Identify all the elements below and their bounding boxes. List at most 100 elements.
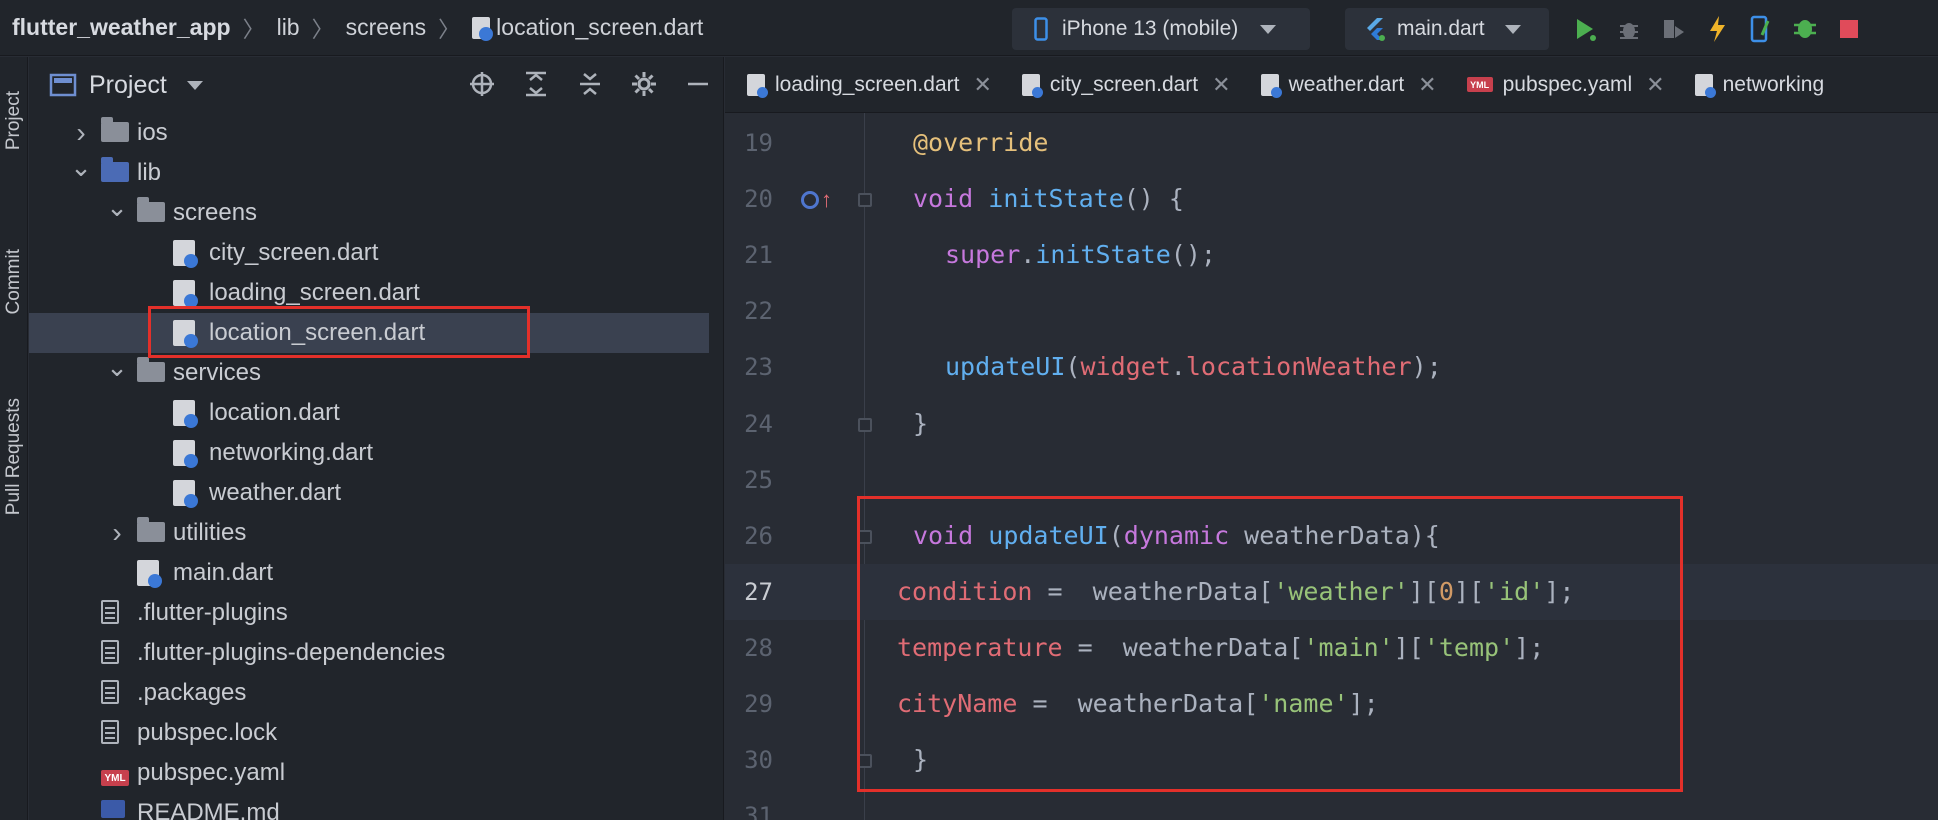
line-number: 31: [744, 802, 773, 820]
line-number: 22: [744, 297, 773, 326]
attach-debugger-icon[interactable]: [1792, 14, 1818, 44]
tree-item[interactable]: networking.dart: [29, 433, 709, 473]
tree-item-label: screens: [173, 199, 258, 226]
collapse-all-icon[interactable]: [575, 69, 605, 99]
editor-tab[interactable]: city_screen.dart ✕: [1000, 57, 1239, 112]
fold-marker-icon[interactable]: [858, 193, 872, 208]
code-token: locationWeather: [1185, 352, 1412, 382]
code-token: ];: [1514, 632, 1545, 662]
tab-project-label: Project: [3, 91, 24, 151]
phone-icon: [1034, 17, 1048, 41]
tree-item-label: location_screen.dart: [209, 319, 426, 346]
chevron-right-icon[interactable]: ›: [71, 117, 91, 148]
expand-all-icon[interactable]: [521, 69, 551, 99]
tree-item[interactable]: .packages: [29, 673, 709, 713]
line-number: 26: [744, 521, 773, 550]
tree-item[interactable]: city_screen.dart: [29, 233, 709, 273]
profile-icon[interactable]: [1660, 14, 1686, 44]
tab-project[interactable]: Project: [0, 61, 28, 181]
tree-item[interactable]: › ios: [29, 113, 709, 153]
chevron-down-icon[interactable]: ⌄: [106, 352, 128, 382]
editor-tab[interactable]: networking: [1673, 57, 1824, 112]
chevron-down-icon[interactable]: ⌄: [70, 152, 92, 182]
fold-marker-icon[interactable]: [858, 529, 872, 544]
editor-tab[interactable]: YML pubspec.yaml ✕: [1445, 57, 1673, 112]
code-token: = weatherData[: [1017, 689, 1259, 718]
breadcrumb: flutter_weather_app 〉 lib 〉 screens 〉 lo…: [0, 0, 703, 56]
close-icon[interactable]: ✕: [973, 72, 991, 98]
fold-marker-icon[interactable]: [858, 417, 872, 432]
breadcrumb-project[interactable]: flutter_weather_app: [12, 14, 231, 41]
tree-item[interactable]: ⌄ screens: [29, 192, 709, 233]
tree-item[interactable]: main.dart: [29, 553, 709, 593]
debug-icon[interactable]: [1616, 14, 1642, 44]
tab-commit[interactable]: Commit: [0, 217, 28, 347]
code-token: ();: [1170, 240, 1216, 270]
device-label: iPhone 13 (mobile): [1062, 17, 1239, 40]
tree-item[interactable]: › utilities: [29, 513, 709, 553]
code-area[interactable]: 19 @override 20 void initState() {↑ 21 super.…: [725, 113, 1938, 820]
editor-tab[interactable]: weather.dart ✕: [1239, 57, 1445, 112]
text-file-icon: [101, 680, 129, 706]
tree-item-label: services: [173, 359, 262, 386]
run-configuration-selector[interactable]: main.dart: [1345, 8, 1549, 50]
tree-item[interactable]: README.md: [29, 793, 709, 820]
code-line: temperature = weatherData['main']['temp'…: [897, 633, 1544, 662]
stop-icon[interactable]: [1836, 14, 1862, 44]
yaml-file-icon: YML: [101, 760, 129, 786]
device-selector[interactable]: iPhone 13 (mobile): [1012, 8, 1310, 50]
tree-item[interactable]: location_screen.dart: [29, 313, 709, 353]
code-token: @override: [913, 128, 1049, 157]
code-editor: loading_screen.dart ✕ city_screen.dart ✕ wea…: [725, 57, 1938, 820]
close-icon[interactable]: ✕: [1212, 72, 1230, 98]
tree-item[interactable]: ⌄ services: [29, 352, 709, 393]
breadcrumb-screens[interactable]: screens: [346, 14, 427, 41]
breadcrumb-screens-label: screens: [345, 14, 427, 40]
editor-tab[interactable]: loading_screen.dart ✕: [725, 57, 1000, 112]
gear-icon[interactable]: [629, 69, 659, 99]
run-configuration-label: main.dart: [1397, 17, 1485, 40]
minimize-icon[interactable]: [683, 69, 713, 99]
hot-restart-icon[interactable]: [1748, 14, 1774, 44]
tab-pull-requests[interactable]: Pull Requests: [0, 367, 28, 547]
tree-item-label: loading_screen.dart: [209, 279, 420, 306]
code-line: cityName = weatherData['name'];: [897, 689, 1379, 718]
editor-tab-label: city_screen.dart: [1049, 72, 1199, 96]
code-token: .: [1020, 240, 1036, 270]
override-circle-icon: [801, 191, 819, 210]
line-number: 25: [744, 465, 773, 494]
breadcrumb-separator: 〉: [242, 16, 265, 42]
folder-icon: [137, 517, 165, 546]
breadcrumb-lib[interactable]: lib: [277, 14, 300, 41]
select-opened-file-icon[interactable]: [467, 69, 497, 99]
fold-marker-icon[interactable]: [858, 754, 872, 769]
tree-item[interactable]: ⌄ lib: [29, 152, 709, 193]
close-icon[interactable]: ✕: [1418, 72, 1436, 98]
code-token: condition: [897, 576, 1033, 606]
tree-item[interactable]: YML pubspec.yaml: [29, 753, 709, 793]
chevron-right-icon[interactable]: ›: [107, 517, 127, 548]
code-token: updateUI: [945, 352, 1066, 382]
tree-item[interactable]: loading_screen.dart: [29, 273, 709, 313]
close-icon[interactable]: ✕: [1646, 72, 1664, 98]
tree-item[interactable]: .flutter-plugins: [29, 593, 709, 633]
line-number: 21: [744, 241, 773, 270]
tree-item[interactable]: pubspec.lock: [29, 713, 709, 753]
chevron-down-icon[interactable]: ⌄: [106, 192, 128, 222]
run-icon[interactable]: [1572, 14, 1598, 44]
override-method-icon[interactable]: ↑: [801, 187, 832, 213]
tree-item[interactable]: location.dart: [29, 393, 709, 433]
code-line: condition = weatherData['weather'][0]['i…: [897, 577, 1574, 606]
line-number: 29: [744, 690, 773, 718]
dart-file-icon: [1260, 73, 1282, 98]
code-token: void: [913, 184, 974, 214]
hot-reload-icon[interactable]: [1704, 14, 1730, 44]
breadcrumb-lib-label: lib: [276, 14, 300, 40]
tree-item[interactable]: .flutter-plugins-dependencies: [29, 633, 709, 673]
tree-item[interactable]: weather.dart: [29, 473, 709, 513]
code-token: );: [1411, 352, 1442, 382]
breadcrumb-file-label: location_screen.dart: [496, 14, 704, 40]
code-line: updateUI(widget.locationWeather);: [945, 352, 1442, 381]
breadcrumb-file[interactable]: location_screen.dart: [472, 14, 703, 41]
editor-tab-label: weather.dart: [1288, 72, 1405, 96]
